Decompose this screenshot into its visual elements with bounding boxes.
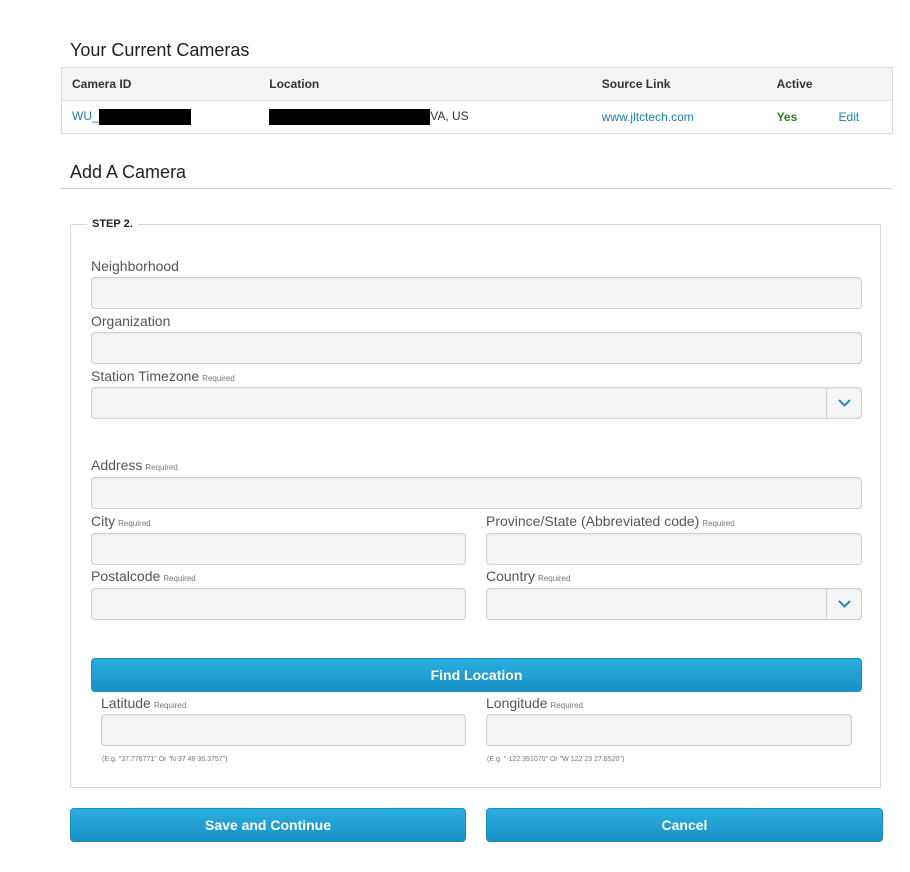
neighborhood-label-text: Neighborhood xyxy=(91,258,179,274)
organization-label: Organization xyxy=(91,313,170,329)
col-camera-id: Camera ID xyxy=(61,67,260,101)
longitude-input[interactable] xyxy=(486,714,852,746)
longitude-label-text: Longitude xyxy=(486,695,548,711)
active-status: Yes xyxy=(776,110,798,124)
required-tag: Required xyxy=(538,574,571,583)
longitude-hint: (E.g. "-122.391070" Or "W 122 23 27.8520… xyxy=(487,756,625,763)
chevron-down-icon xyxy=(826,388,861,418)
chevron-down-icon xyxy=(826,589,861,619)
city-label: City Required xyxy=(91,513,151,529)
latitude-label: Latitude Required xyxy=(101,695,186,711)
camera-id-link[interactable]: WU_ xyxy=(72,109,191,125)
camera-id-prefix: WU_ xyxy=(72,109,99,124)
section-divider xyxy=(61,188,893,189)
table-row: WU_ VA, US www.jltctech.com Yes Edit xyxy=(61,100,893,134)
timezone-label-text: Station Timezone xyxy=(91,368,200,384)
required-tag: Required xyxy=(118,519,151,528)
required-tag: Required xyxy=(202,374,235,383)
step-legend: STEP 2. xyxy=(92,218,133,230)
active-cell: Yes xyxy=(766,100,829,134)
col-source-link: Source Link xyxy=(591,67,767,101)
location-cell: VA, US xyxy=(259,100,592,134)
camera-id-cell: WU_ xyxy=(61,100,260,134)
save-and-continue-button[interactable]: Save and Continue xyxy=(70,808,466,842)
add-camera-title: Add A Camera xyxy=(70,162,187,182)
address-label-text: Address xyxy=(91,457,143,473)
address-label: Address Required xyxy=(91,457,178,473)
longitude-label: Longitude Required xyxy=(486,695,583,711)
find-location-button[interactable]: Find Location xyxy=(91,658,862,692)
required-tag: Required xyxy=(550,701,583,710)
postalcode-input[interactable] xyxy=(91,588,466,620)
col-location: Location xyxy=(259,67,592,101)
state-input[interactable] xyxy=(486,533,862,565)
required-tag: Required xyxy=(145,463,178,472)
redaction-block xyxy=(98,109,191,125)
cancel-button[interactable]: Cancel xyxy=(486,808,883,842)
col-actions xyxy=(828,67,893,101)
organization-input[interactable] xyxy=(91,332,862,364)
country-label-text: Country xyxy=(486,568,536,584)
latitude-input[interactable] xyxy=(101,714,466,746)
edit-link[interactable]: Edit xyxy=(839,110,860,124)
source-link[interactable]: www.jltctech.com xyxy=(602,110,694,124)
redaction-block xyxy=(269,109,431,125)
postalcode-label-text: Postalcode xyxy=(91,568,161,584)
required-tag: Required xyxy=(702,519,735,528)
state-label-text: Province/State (Abbreviated code) xyxy=(486,513,700,529)
country-label: Country Required xyxy=(486,568,571,584)
timezone-label: Station Timezone Required xyxy=(91,368,235,384)
latitude-label-text: Latitude xyxy=(101,695,151,711)
col-active: Active xyxy=(766,67,829,101)
country-select[interactable] xyxy=(486,588,862,620)
required-tag: Required xyxy=(153,701,187,710)
neighborhood-input[interactable] xyxy=(91,277,862,309)
latitude-hint: (E.g. "37.776771" Or "N 37 46 36.3757") xyxy=(102,756,228,763)
table-header-row: Camera ID Location Source Link Active xyxy=(61,67,893,101)
cameras-table: Camera ID Location Source Link Active WU… xyxy=(61,67,893,134)
organization-label-text: Organization xyxy=(91,313,171,329)
postalcode-label: Postalcode Required xyxy=(91,568,196,584)
neighborhood-label: Neighborhood xyxy=(91,258,179,274)
city-label-text: City xyxy=(91,513,116,529)
actions-cell: Edit xyxy=(828,100,893,134)
current-cameras-title: Your Current Cameras xyxy=(70,40,250,60)
timezone-select[interactable] xyxy=(91,387,862,419)
state-label: Province/State (Abbreviated code) Require… xyxy=(486,513,735,529)
source-link-cell: www.jltctech.com xyxy=(591,100,767,134)
city-input[interactable] xyxy=(91,533,466,565)
required-tag: Required xyxy=(163,574,196,583)
address-input[interactable] xyxy=(91,477,862,509)
location-suffix: VA, US xyxy=(430,109,469,124)
